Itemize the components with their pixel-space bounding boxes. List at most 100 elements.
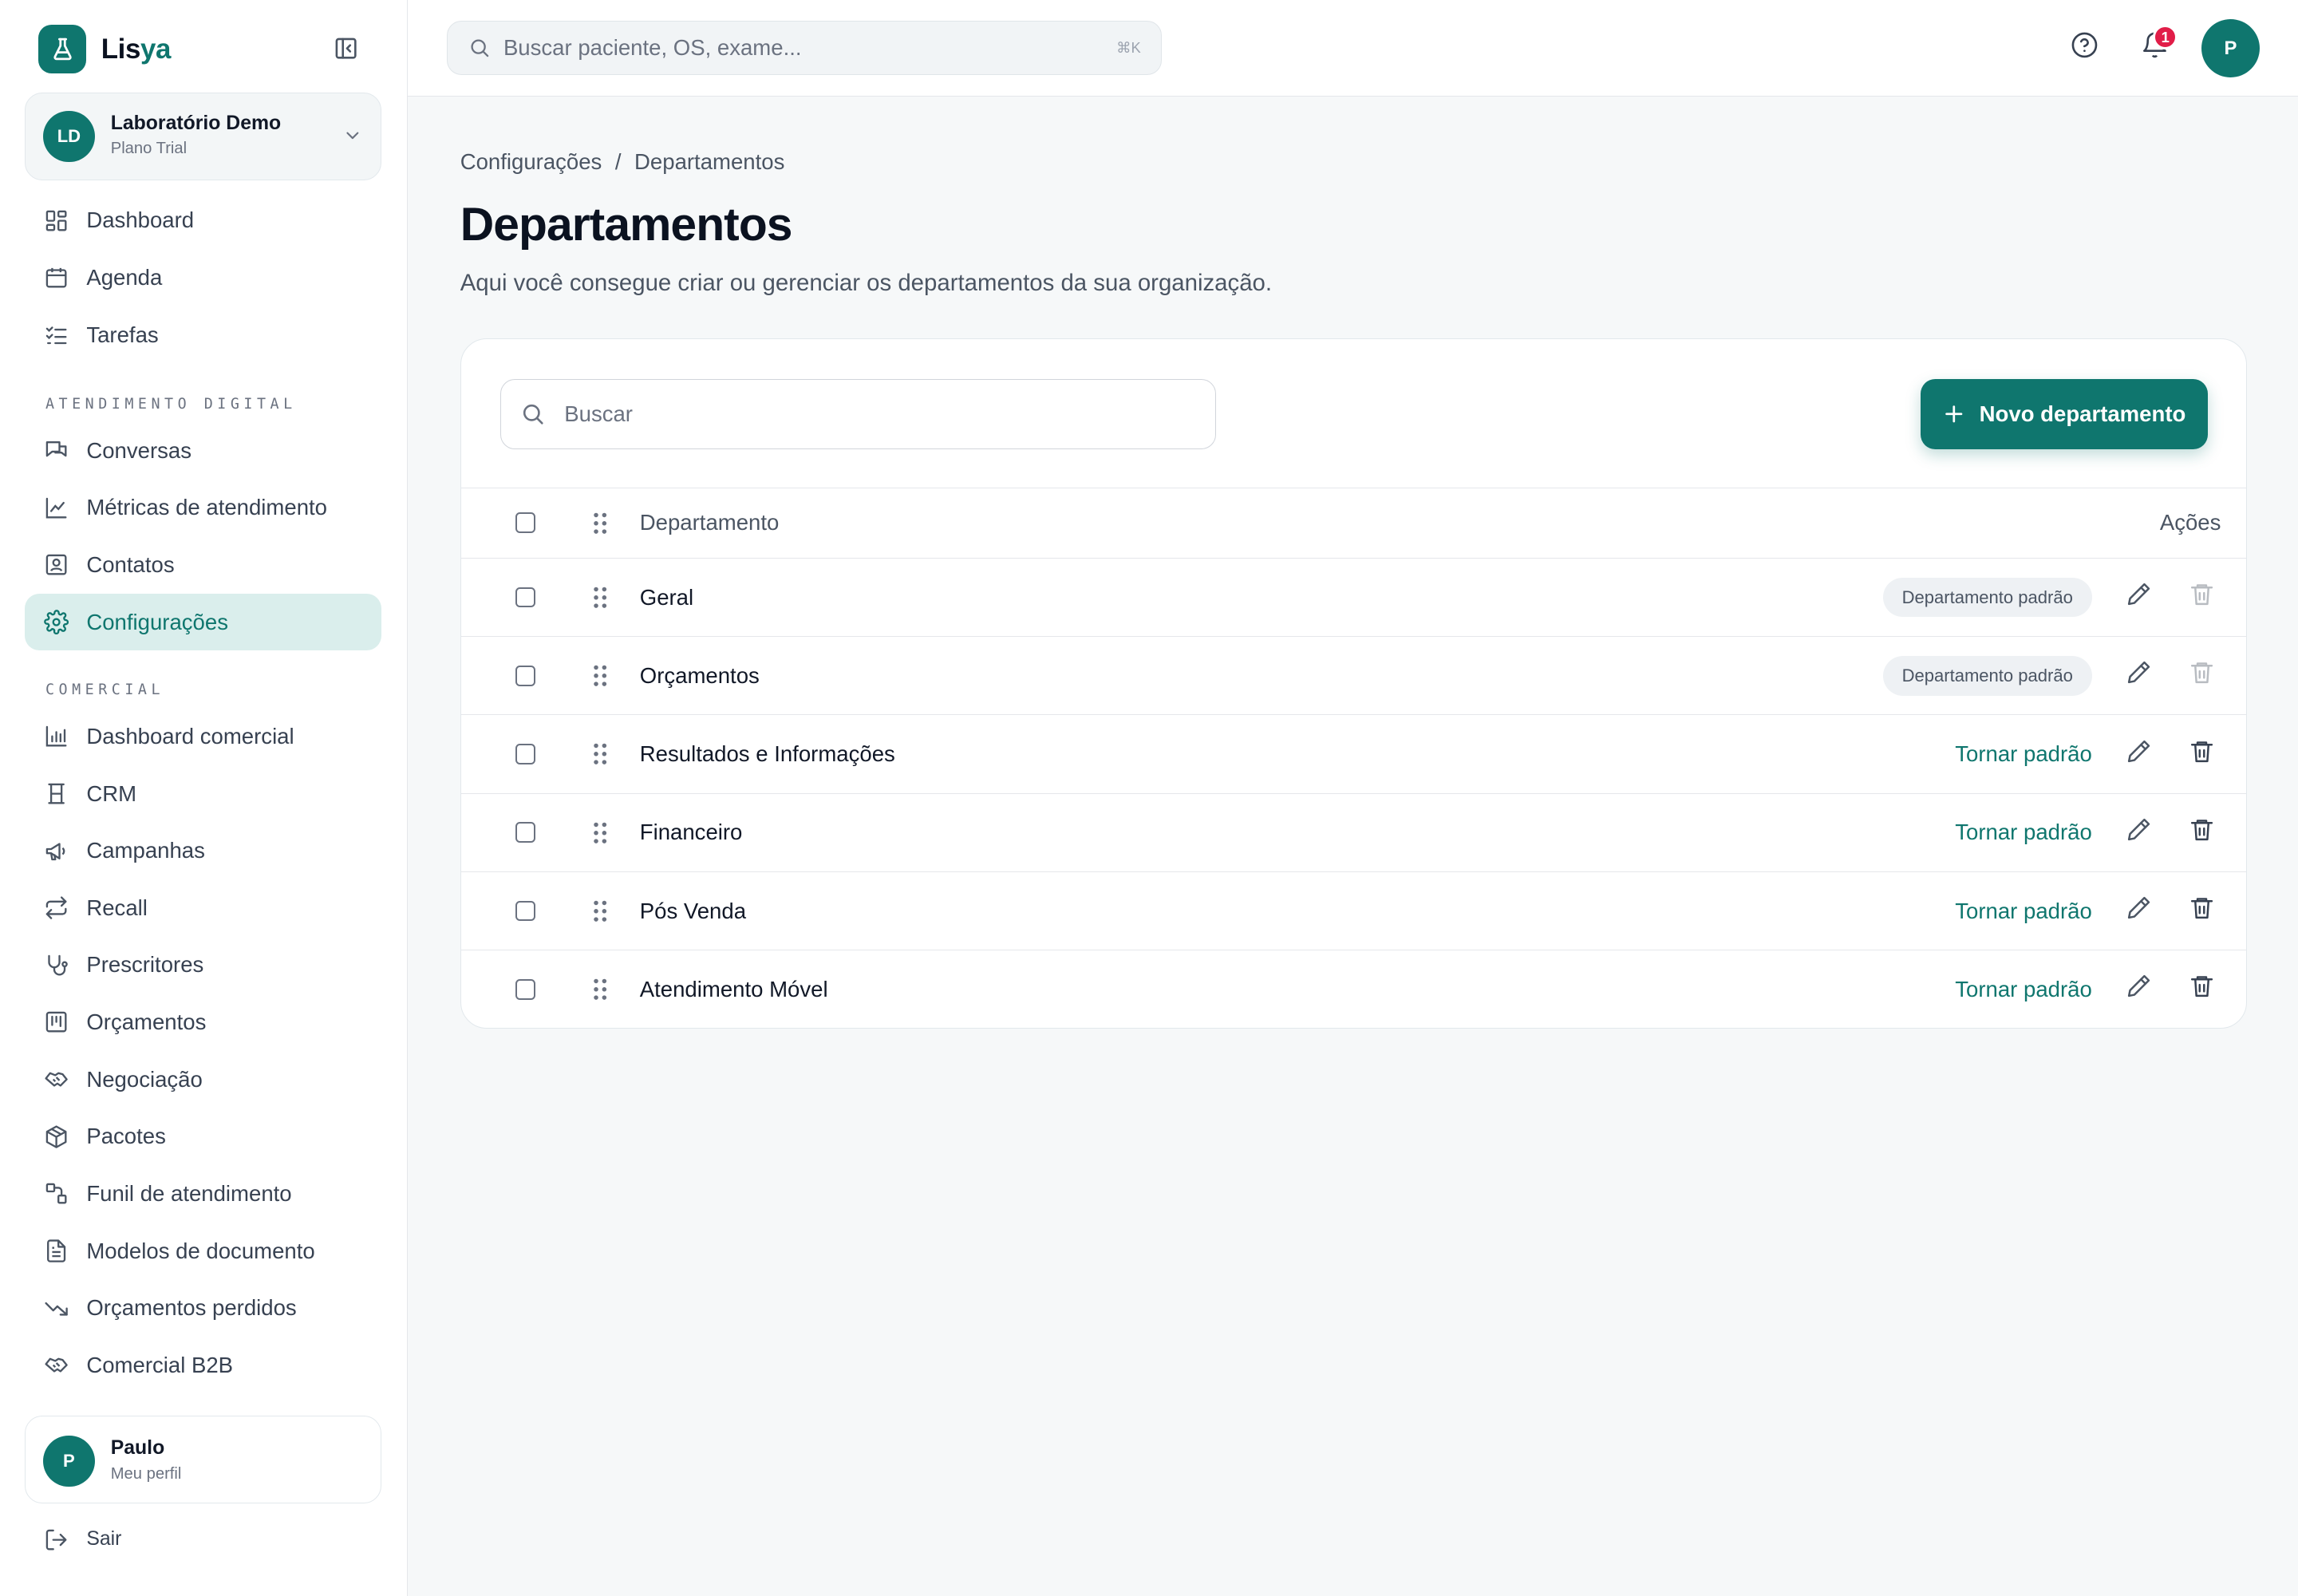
logout-button[interactable]: Sair [44, 1527, 121, 1552]
page-title: Departamentos [460, 198, 793, 251]
sidebar-item-tarefas[interactable]: Tarefas [25, 306, 381, 364]
row-checkbox[interactable] [515, 744, 536, 764]
row-checkbox[interactable] [515, 587, 536, 608]
sidebar-item-label: Recall [86, 895, 148, 920]
sidebar-item-label: Negociação [86, 1066, 203, 1092]
global-search[interactable]: ⌘K [447, 20, 1163, 75]
global-search-input[interactable] [503, 34, 1117, 61]
user-avatar[interactable]: P [2201, 18, 2260, 78]
sidebar-item-dashboard-comercial[interactable]: Dashboard comercial [25, 708, 381, 765]
logout-icon [45, 1529, 67, 1551]
new-department-button[interactable]: Novo departamento [1921, 378, 2209, 449]
trash-icon [2190, 820, 2213, 840]
sidebar-item-label: Dashboard comercial [86, 723, 294, 749]
table-row: Orçamentos Departamento padrão [460, 636, 2246, 714]
sidebar-item-orcamentos[interactable]: Orçamentos [25, 994, 381, 1051]
make-default-button[interactable]: Tornar padrão [1955, 899, 2092, 924]
sidebar-item-modelos[interactable]: Modelos de documento [25, 1223, 381, 1280]
help-icon[interactable] [2071, 31, 2099, 59]
sidebar-item-crm[interactable]: CRM [25, 765, 381, 823]
table-row: Resultados e Informações Tornar padrão [460, 714, 2246, 792]
sidebar-item-dashboard[interactable]: Dashboard [25, 192, 381, 250]
select-all-checkbox[interactable] [515, 512, 536, 534]
pencil-icon [2127, 818, 2150, 840]
delete-button[interactable] [2189, 895, 2215, 927]
row-checkbox[interactable] [515, 978, 536, 1000]
sidebar-item-contatos[interactable]: Contatos [25, 536, 381, 594]
megaphone-icon [45, 842, 65, 860]
table-row: Pós Venda Tornar padrão [460, 871, 2246, 950]
edit-button[interactable] [2126, 738, 2152, 771]
sidebar-item-comercial-b2b[interactable]: Comercial B2B [25, 1337, 381, 1394]
breadcrumb-separator: / [614, 149, 622, 175]
avatar: P [43, 1436, 95, 1487]
delete-button [2189, 581, 2215, 614]
sidebar-item-campanhas[interactable]: Campanhas [25, 822, 381, 879]
department-name: Pós Venda [639, 898, 747, 923]
drag-handle-icon[interactable] [593, 822, 607, 844]
make-default-button[interactable]: Tornar padrão [1955, 820, 2092, 845]
table-row: Atendimento Móvel Tornar padrão [460, 950, 2246, 1028]
make-default-button[interactable]: Tornar padrão [1955, 741, 2092, 767]
profile-card[interactable]: P Paulo Meu perfil [25, 1416, 381, 1504]
line-chart-icon [45, 497, 67, 519]
drag-handle-icon[interactable] [593, 665, 607, 687]
profile-name: Paulo [110, 1436, 165, 1459]
edit-button[interactable] [2126, 659, 2152, 692]
breadcrumb-parent[interactable]: Configurações [460, 149, 602, 175]
edit-button[interactable] [2126, 581, 2152, 614]
sidebar-item-label: Prescritores [86, 952, 204, 978]
drag-handle-icon[interactable] [593, 978, 607, 1001]
sidebar-item-prescritores[interactable]: Prescritores [25, 937, 381, 994]
department-search[interactable] [500, 378, 1216, 449]
sidebar-item-pacotes[interactable]: Pacotes [25, 1108, 381, 1166]
organization-switcher[interactable]: LD Laboratório Demo Plano Trial [25, 92, 381, 180]
sidebar-item-conversas[interactable]: Conversas [25, 422, 381, 480]
trending-down-icon [45, 1302, 68, 1316]
sidebar-item-recall[interactable]: Recall [25, 879, 381, 937]
sidebar-item-agenda[interactable]: Agenda [25, 249, 381, 306]
sidebar-item-funil[interactable]: Funil de atendimento [25, 1165, 381, 1223]
make-default-button[interactable]: Tornar padrão [1955, 977, 2092, 1002]
delete-button [2189, 659, 2215, 692]
breadcrumb: Configurações / Departamentos [460, 149, 785, 175]
sidebar-item-negociacao[interactable]: Negociação [25, 1051, 381, 1108]
delete-button[interactable] [2189, 738, 2215, 771]
default-department-badge: Departamento padrão [1882, 656, 2092, 696]
sidebar-item-label: Orçamentos perdidos [86, 1295, 297, 1321]
contact-icon [45, 555, 67, 575]
row-checkbox[interactable] [515, 822, 536, 843]
row-checkbox[interactable] [515, 665, 536, 686]
column-header-department: Departamento [639, 510, 780, 535]
brand[interactable]: Lisya [38, 25, 171, 73]
sidebar-item-metricas[interactable]: Métricas de atendimento [25, 480, 381, 537]
sidebar-item-label: Tarefas [86, 322, 159, 347]
chat-icon [45, 441, 67, 457]
nav-digital: Conversas Métricas de atendimento Contat… [25, 422, 381, 651]
handshake-icon [45, 1072, 68, 1087]
edit-button[interactable] [2126, 816, 2152, 849]
edit-button[interactable] [2126, 973, 2152, 1005]
drag-handle-icon[interactable] [593, 743, 607, 765]
sidebar-item-orcamentos-perdidos[interactable]: Orçamentos perdidos [25, 1279, 381, 1337]
drag-handle-icon[interactable] [593, 900, 607, 922]
section-title-comercial: COMERCIAL [45, 681, 165, 699]
repeat-icon [45, 896, 67, 919]
org-avatar: LD [43, 110, 95, 163]
collapse-sidebar-icon[interactable] [330, 32, 361, 64]
row-checkbox[interactable] [515, 900, 536, 922]
edit-button[interactable] [2126, 895, 2152, 927]
pencil-icon [2127, 662, 2150, 684]
bar-chart-icon [45, 726, 67, 747]
pencil-icon [2127, 583, 2150, 606]
drag-handle-icon[interactable] [593, 587, 607, 609]
departments-table: Departamento Ações Geral Departamento pad… [460, 487, 2246, 1029]
sidebar-item-label: Pacotes [86, 1124, 166, 1149]
department-search-input[interactable] [564, 401, 1215, 427]
delete-button[interactable] [2189, 973, 2215, 1005]
nav-comercial: Dashboard comercial CRM Campanhas Recall… [25, 708, 381, 1394]
sidebar-item-label: Dashboard [86, 207, 195, 233]
sidebar-item-configuracoes[interactable]: Configurações [25, 593, 381, 651]
delete-button[interactable] [2189, 816, 2215, 849]
trash-icon [2190, 741, 2213, 762]
